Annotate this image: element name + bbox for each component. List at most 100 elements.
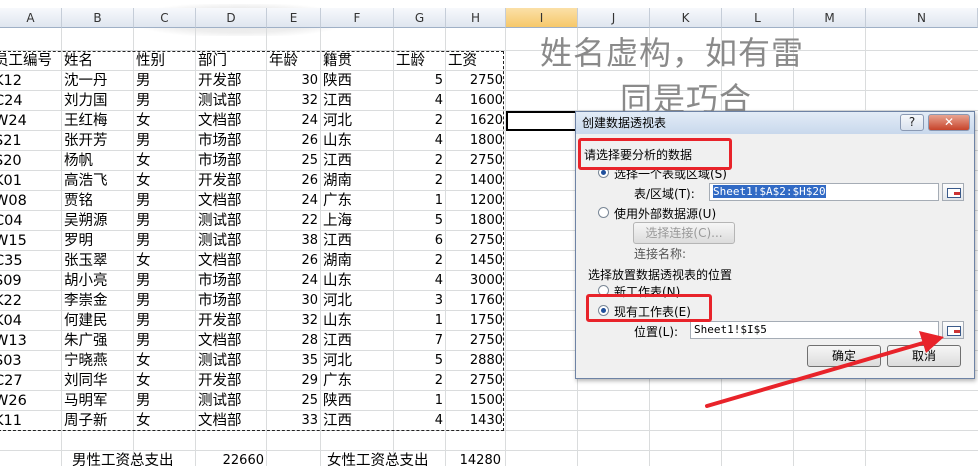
table-cell[interactable]: 1 bbox=[394, 191, 446, 211]
header-cell[interactable]: 员工编号 bbox=[0, 51, 62, 71]
table-cell[interactable]: 1500 bbox=[446, 391, 506, 411]
table-cell[interactable]: K12 bbox=[0, 71, 62, 91]
table-cell[interactable]: 男 bbox=[134, 191, 196, 211]
table-cell[interactable]: 22 bbox=[267, 211, 321, 231]
table-cell[interactable]: S03 bbox=[0, 351, 62, 371]
table-cell[interactable]: 沈一丹 bbox=[62, 71, 134, 91]
table-cell[interactable]: 2 bbox=[394, 251, 446, 271]
table-cell[interactable]: 女 bbox=[134, 111, 196, 131]
label-external-source[interactable]: 使用外部数据源(U) bbox=[614, 205, 716, 222]
table-cell[interactable]: 5 bbox=[394, 71, 446, 91]
table-cell[interactable]: 周子新 bbox=[62, 411, 134, 431]
table-cell[interactable]: 1800 bbox=[446, 131, 506, 151]
table-cell[interactable]: 广东 bbox=[321, 371, 394, 391]
table-cell[interactable]: 测试部 bbox=[196, 231, 267, 251]
table-cell[interactable]: 1 bbox=[394, 311, 446, 331]
table-cell[interactable]: 1600 bbox=[446, 91, 506, 111]
table-cell[interactable]: 陕西 bbox=[321, 391, 394, 411]
table-cell[interactable]: 女 bbox=[134, 371, 196, 391]
female-salary-value[interactable]: 14280 bbox=[440, 451, 504, 466]
table-cell[interactable]: 罗明 bbox=[62, 231, 134, 251]
table-cell[interactable]: 25 bbox=[267, 391, 321, 411]
header-cell[interactable]: 性别 bbox=[134, 51, 196, 71]
table-cell[interactable]: 4 bbox=[394, 91, 446, 111]
male-salary-value[interactable]: 22660 bbox=[195, 451, 267, 466]
table-cell[interactable]: C27 bbox=[0, 371, 62, 391]
table-cell[interactable]: 江西 bbox=[321, 151, 394, 171]
table-cell[interactable]: 26 bbox=[267, 131, 321, 151]
table-cell[interactable]: 男 bbox=[134, 71, 196, 91]
table-cell[interactable]: 市场部 bbox=[196, 271, 267, 291]
table-cell[interactable]: 5 bbox=[394, 211, 446, 231]
table-cell[interactable]: 何建民 bbox=[62, 311, 134, 331]
table-cell[interactable]: 6 bbox=[394, 231, 446, 251]
table-cell[interactable]: 1430 bbox=[446, 411, 506, 431]
table-cell[interactable]: 山东 bbox=[321, 271, 394, 291]
table-cell[interactable]: K22 bbox=[0, 291, 62, 311]
header-cell[interactable]: 姓名 bbox=[62, 51, 134, 71]
table-cell[interactable]: 28 bbox=[267, 331, 321, 351]
table-cell[interactable]: 3000 bbox=[446, 271, 506, 291]
header-cell[interactable]: 年龄 bbox=[267, 51, 321, 71]
table-cell[interactable]: 广东 bbox=[321, 191, 394, 211]
table-cell[interactable]: 市场部 bbox=[196, 151, 267, 171]
table-cell[interactable]: 2750 bbox=[446, 231, 506, 251]
table-cell[interactable]: C04 bbox=[0, 211, 62, 231]
female-salary-label[interactable]: 女性工资总支出 bbox=[325, 451, 455, 466]
table-cell[interactable]: 河北 bbox=[321, 291, 394, 311]
table-cell[interactable]: 刘同华 bbox=[62, 371, 134, 391]
table-cell[interactable]: 文档部 bbox=[196, 251, 267, 271]
table-cell[interactable]: 男 bbox=[134, 271, 196, 291]
table-cell[interactable]: K11 bbox=[0, 411, 62, 431]
table-cell[interactable]: 河北 bbox=[321, 351, 394, 371]
table-cell[interactable]: 贾铭 bbox=[62, 191, 134, 211]
column-header-l[interactable]: L bbox=[722, 8, 794, 28]
table-cell[interactable]: 男 bbox=[134, 291, 196, 311]
table-cell[interactable]: 2750 bbox=[446, 71, 506, 91]
table-cell[interactable]: 吴朔源 bbox=[62, 211, 134, 231]
table-cell[interactable]: 宁晓燕 bbox=[62, 351, 134, 371]
column-header-c[interactable]: C bbox=[134, 8, 196, 28]
male-salary-label[interactable]: 男性工资总支出 bbox=[70, 451, 200, 466]
table-cell[interactable]: 2750 bbox=[446, 331, 506, 351]
table-cell[interactable]: 测试部 bbox=[196, 211, 267, 231]
table-cell[interactable]: 2 bbox=[394, 111, 446, 131]
table-cell[interactable]: 开发部 bbox=[196, 371, 267, 391]
table-cell[interactable]: K04 bbox=[0, 311, 62, 331]
table-cell[interactable]: K01 bbox=[0, 171, 62, 191]
table-cell[interactable]: 1620 bbox=[446, 111, 506, 131]
table-cell[interactable]: 测试部 bbox=[196, 91, 267, 111]
table-cell[interactable]: 江西 bbox=[321, 91, 394, 111]
table-cell[interactable]: 男 bbox=[134, 331, 196, 351]
table-cell[interactable]: S21 bbox=[0, 131, 62, 151]
table-cell[interactable]: 32 bbox=[267, 311, 321, 331]
table-cell[interactable]: 24 bbox=[267, 271, 321, 291]
table-cell[interactable]: 26 bbox=[267, 251, 321, 271]
choose-connection-button[interactable]: 选择连接(C)... bbox=[633, 222, 735, 244]
close-button[interactable]: ✕ bbox=[928, 114, 970, 131]
table-cell[interactable]: 男 bbox=[134, 231, 196, 251]
table-cell[interactable]: 河北 bbox=[321, 111, 394, 131]
column-header-e[interactable]: E bbox=[267, 8, 321, 28]
table-cell[interactable]: 测试部 bbox=[196, 391, 267, 411]
table-cell[interactable]: 1750 bbox=[446, 311, 506, 331]
table-cell[interactable]: W08 bbox=[0, 191, 62, 211]
table-cell[interactable]: 女 bbox=[134, 171, 196, 191]
table-cell[interactable]: 男 bbox=[134, 391, 196, 411]
table-cell[interactable]: 男 bbox=[134, 91, 196, 111]
table-cell[interactable]: W24 bbox=[0, 111, 62, 131]
table-cell[interactable]: 文档部 bbox=[196, 191, 267, 211]
table-cell[interactable]: 25 bbox=[267, 151, 321, 171]
column-header-k[interactable]: K bbox=[650, 8, 722, 28]
location-input[interactable]: Sheet1!$I$5 bbox=[690, 321, 939, 339]
cancel-button[interactable]: 取消 bbox=[887, 345, 961, 367]
table-cell[interactable]: 上海 bbox=[321, 211, 394, 231]
table-cell[interactable]: 女 bbox=[134, 251, 196, 271]
table-cell[interactable]: 女 bbox=[134, 411, 196, 431]
table-cell[interactable]: 湖南 bbox=[321, 171, 394, 191]
dialog-titlebar[interactable]: 创建数据透视表 ? ✕ bbox=[576, 112, 974, 134]
table-cell[interactable]: 26 bbox=[267, 171, 321, 191]
header-cell[interactable]: 籍贯 bbox=[321, 51, 394, 71]
table-cell[interactable]: 1200 bbox=[446, 191, 506, 211]
table-cell[interactable]: 开发部 bbox=[196, 311, 267, 331]
